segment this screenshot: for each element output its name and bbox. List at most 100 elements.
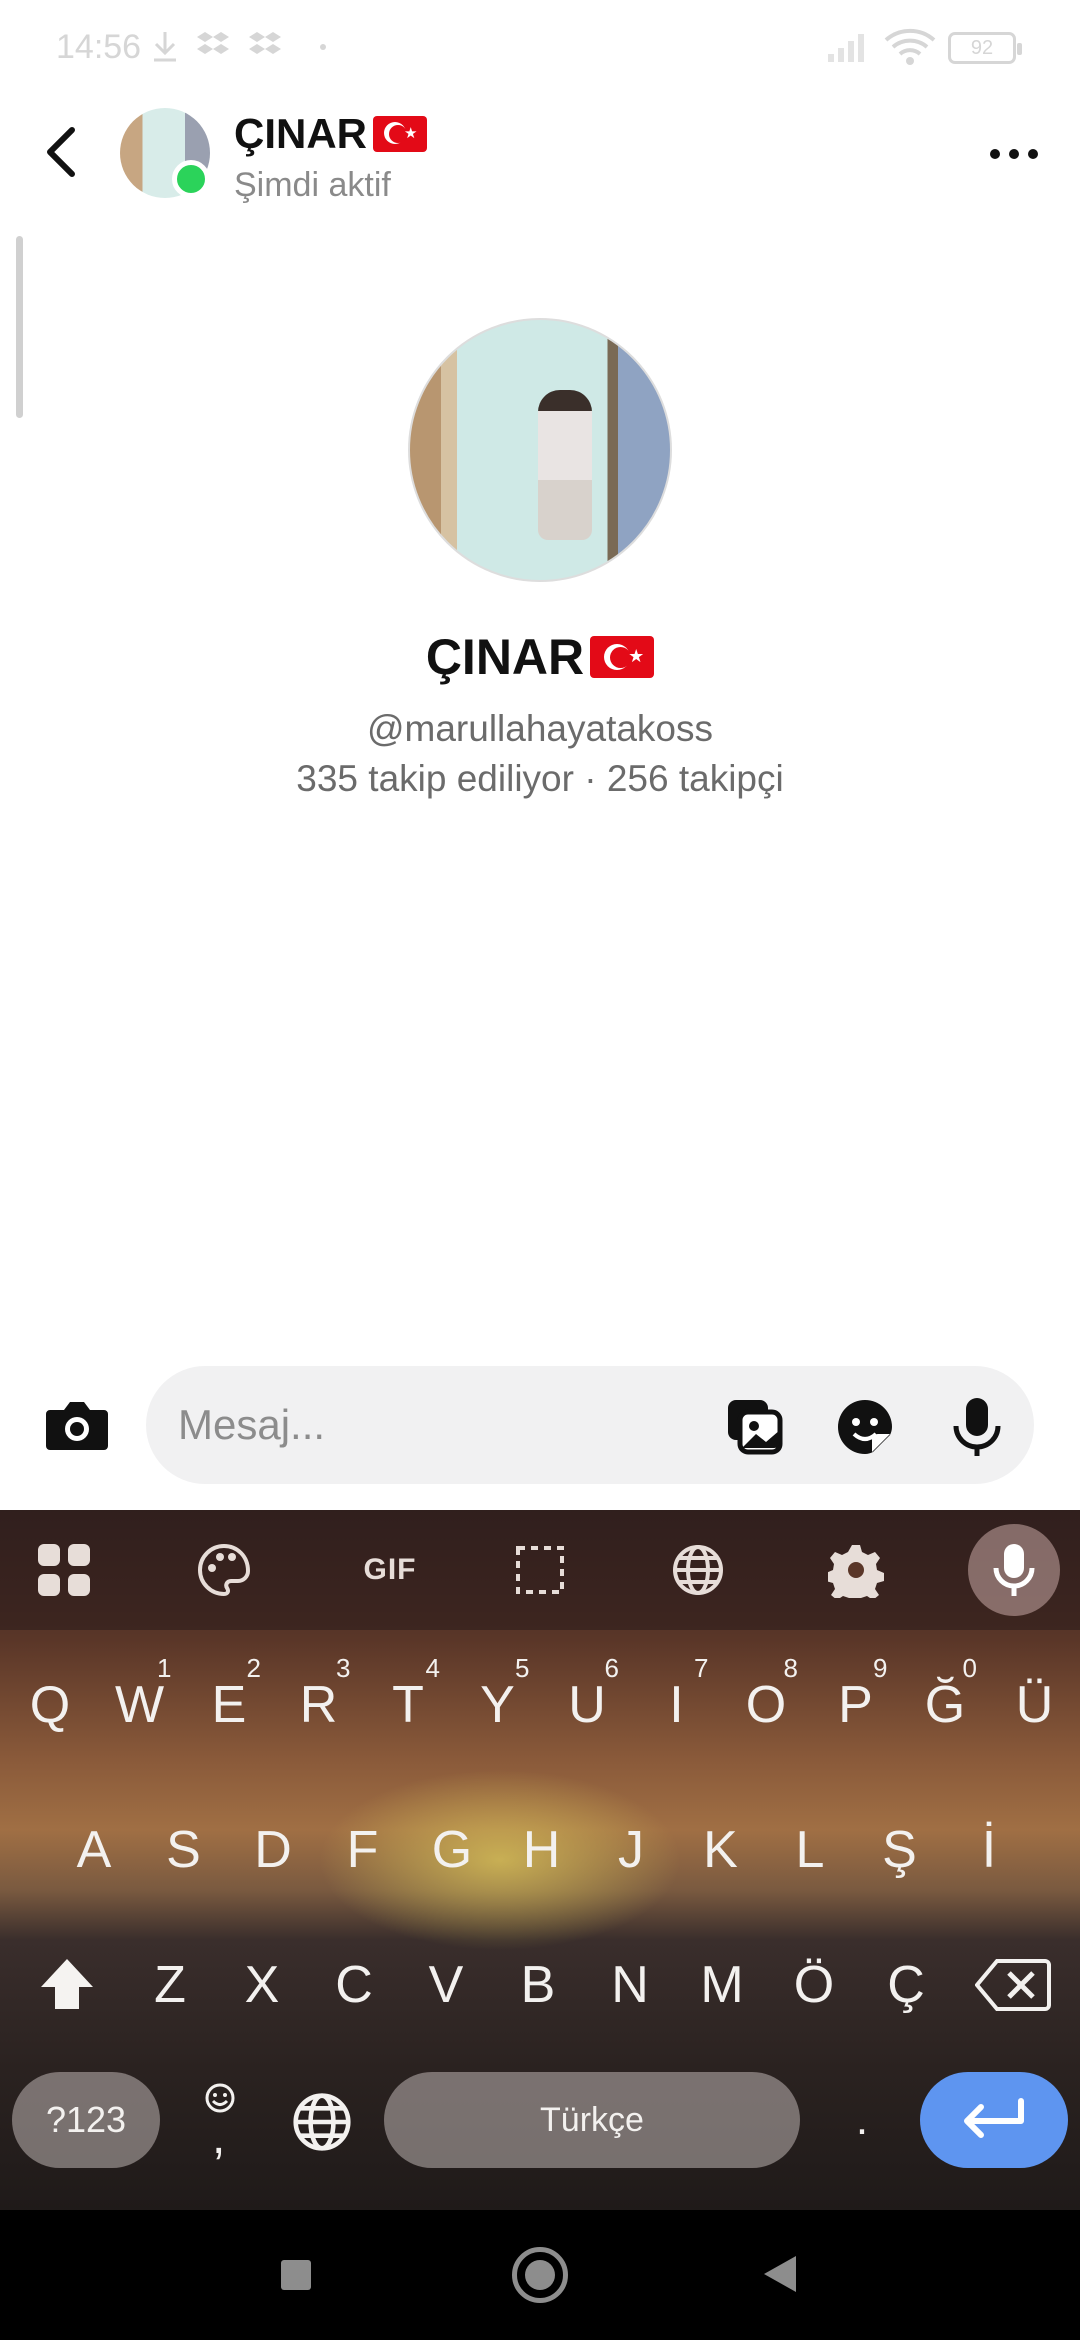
key[interactable]: P9 bbox=[816, 1653, 896, 1755]
key[interactable]: I7 bbox=[637, 1653, 717, 1755]
key[interactable]: E2 bbox=[189, 1653, 269, 1755]
profile-avatar[interactable] bbox=[408, 318, 672, 582]
translate-globe-icon[interactable] bbox=[668, 1540, 728, 1600]
key[interactable]: M bbox=[682, 1935, 762, 2035]
profile-stats: 335 takip ediliyor · 256 takipçi bbox=[296, 758, 784, 799]
key[interactable]: V bbox=[406, 1935, 486, 2035]
symbols-key[interactable]: ?123 bbox=[12, 2072, 160, 2168]
key[interactable]: Ü bbox=[995, 1655, 1075, 1755]
key[interactable]: İ bbox=[949, 1800, 1029, 1900]
apps-grid-icon[interactable] bbox=[34, 1540, 94, 1600]
enter-key[interactable] bbox=[920, 2072, 1068, 2168]
key-label: P bbox=[838, 1676, 873, 1734]
dropbox-icon-2 bbox=[249, 32, 281, 54]
key[interactable]: C bbox=[314, 1935, 394, 2035]
key-number-hint: 8 bbox=[783, 1653, 798, 1683]
period-key[interactable]: . bbox=[838, 2072, 886, 2168]
shift-key[interactable] bbox=[22, 1942, 112, 2028]
space-key[interactable]: Türkçe bbox=[384, 2072, 800, 2168]
settings-gear-icon[interactable] bbox=[826, 1540, 886, 1600]
emoji-comma-key[interactable]: , bbox=[190, 2072, 250, 2168]
key[interactable]: Ö bbox=[774, 1935, 854, 2035]
profile-name: ÇINAR ★ bbox=[0, 628, 1080, 686]
recents-button[interactable] bbox=[281, 2260, 311, 2290]
key[interactable]: D bbox=[233, 1800, 313, 1900]
key[interactable]: Z bbox=[130, 1935, 210, 2035]
key-label: Ü bbox=[1015, 1676, 1054, 1734]
voice-input-button[interactable] bbox=[968, 1524, 1060, 1616]
gif-button[interactable]: GIF bbox=[350, 1540, 430, 1600]
camera-button[interactable] bbox=[42, 1396, 112, 1456]
key[interactable]: A bbox=[54, 1800, 134, 1900]
more-options-button[interactable] bbox=[974, 124, 1054, 184]
home-button[interactable] bbox=[512, 2247, 568, 2303]
turkey-flag-icon: ★ bbox=[590, 636, 655, 678]
key-label: E bbox=[211, 1676, 247, 1734]
key[interactable]: T4 bbox=[368, 1653, 448, 1755]
sticker-icon[interactable] bbox=[834, 1396, 896, 1458]
key[interactable]: B bbox=[498, 1935, 578, 2035]
header-name-text: ÇINAR bbox=[234, 110, 367, 157]
key[interactable]: F bbox=[323, 1800, 403, 1900]
key[interactable]: G bbox=[412, 1800, 492, 1900]
active-status: Şimdi aktif bbox=[234, 166, 391, 204]
enter-arrow-icon bbox=[964, 2098, 1024, 2138]
battery-icon: 92 bbox=[948, 32, 1022, 64]
key-label: U bbox=[568, 1676, 606, 1734]
online-status-dot bbox=[172, 160, 210, 198]
key[interactable]: Ş bbox=[860, 1800, 940, 1900]
key[interactable]: Ç bbox=[866, 1935, 946, 2035]
key-label: T bbox=[392, 1676, 424, 1734]
message-input-box[interactable] bbox=[146, 1366, 1034, 1484]
microphone-icon bbox=[993, 1544, 1035, 1596]
key[interactable]: O8 bbox=[726, 1653, 806, 1755]
header-contact-name[interactable]: ÇINAR ★ bbox=[234, 110, 427, 158]
key[interactable]: L bbox=[770, 1800, 850, 1900]
status-bar: 14:56 92 bbox=[0, 0, 1080, 96]
message-composer bbox=[0, 1360, 1080, 1490]
key-number-hint: 7 bbox=[694, 1653, 709, 1683]
turkey-flag-icon: ★ bbox=[373, 116, 427, 152]
key[interactable]: Q bbox=[10, 1655, 90, 1755]
backspace-key[interactable] bbox=[968, 1942, 1058, 2028]
microphone-icon[interactable] bbox=[946, 1396, 1008, 1458]
battery-level: 92 bbox=[970, 37, 994, 59]
backspace-icon bbox=[975, 1959, 1051, 2011]
key-label: Q bbox=[29, 1676, 71, 1734]
key[interactable]: Y5 bbox=[458, 1653, 538, 1755]
key[interactable]: K bbox=[681, 1800, 761, 1900]
key-number-hint: 5 bbox=[515, 1653, 530, 1683]
scroll-indicator[interactable] bbox=[16, 236, 23, 418]
key[interactable]: N bbox=[590, 1935, 670, 2035]
key[interactable]: R3 bbox=[279, 1653, 359, 1755]
globe-icon bbox=[293, 2093, 351, 2151]
dot-icon bbox=[320, 44, 326, 50]
signal-icon bbox=[828, 34, 864, 62]
key[interactable]: W1 bbox=[100, 1653, 180, 1755]
key-number-hint: 2 bbox=[246, 1653, 261, 1683]
keyboard-toolbar: GIF bbox=[0, 1510, 1080, 1630]
palette-icon[interactable] bbox=[194, 1540, 254, 1600]
camera-icon bbox=[46, 1402, 108, 1450]
message-input[interactable] bbox=[178, 1366, 698, 1484]
profile-name-text: ÇINAR bbox=[425, 629, 585, 685]
key-label: R bbox=[299, 1676, 338, 1734]
key[interactable]: S bbox=[144, 1800, 224, 1900]
key-label: W bbox=[114, 1676, 165, 1734]
chevron-left-icon bbox=[47, 127, 75, 177]
text-select-icon[interactable] bbox=[510, 1540, 570, 1600]
profile-handle: @marullahayatakoss bbox=[366, 708, 714, 749]
gallery-icon[interactable] bbox=[724, 1396, 786, 1458]
key[interactable]: J bbox=[591, 1800, 671, 1900]
more-dot-icon bbox=[990, 149, 1000, 159]
key[interactable]: U6 bbox=[547, 1653, 627, 1755]
chat-header: ÇINAR ★ Şimdi aktif bbox=[0, 96, 1080, 236]
key[interactable]: X bbox=[222, 1935, 302, 2035]
status-time: 14:56 bbox=[56, 28, 142, 66]
key[interactable]: Ğ0 bbox=[905, 1653, 985, 1755]
language-globe-key[interactable] bbox=[290, 2090, 354, 2154]
key[interactable]: H bbox=[502, 1800, 582, 1900]
back-button[interactable] bbox=[30, 120, 94, 184]
system-back-button[interactable] bbox=[764, 2256, 796, 2292]
comma-label: , bbox=[212, 2111, 226, 2164]
